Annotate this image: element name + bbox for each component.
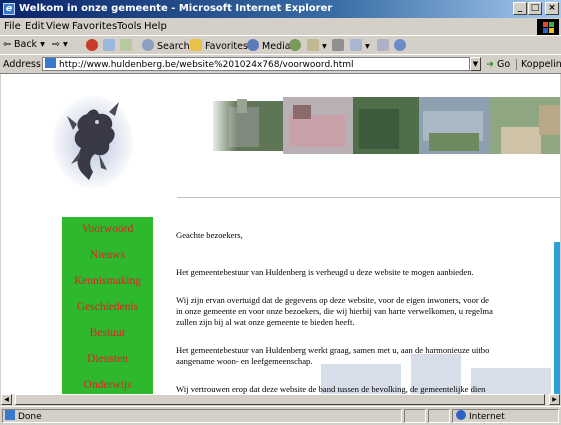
close-button[interactable]: × xyxy=(545,2,559,15)
go-arrow-icon: ➜ xyxy=(486,59,494,70)
menu-edit[interactable]: Edit xyxy=(25,21,44,32)
greeting: Geachte bezoekers, xyxy=(176,230,243,240)
scroll-left-button[interactable]: ◀ xyxy=(1,394,12,405)
go-button[interactable]: ➜ Go xyxy=(486,59,510,70)
paragraph-line: zullen zijn bij al wat onze gemeente te … xyxy=(176,317,355,327)
stop-button[interactable] xyxy=(86,39,98,52)
home-button[interactable] xyxy=(120,39,132,52)
done-page-icon xyxy=(5,410,15,420)
search-label: Search xyxy=(157,41,190,52)
status-bar: Done Internet xyxy=(0,406,561,425)
nav-item-voorwoord[interactable]: Voorwoord xyxy=(62,223,153,235)
chevron-down-icon: ▾ xyxy=(40,39,45,50)
paragraph-line: Het gemeentebestuur van Huldenberg werkt… xyxy=(176,345,490,355)
welcome-text: Geachte bezoekers, Het gemeentebestuur v… xyxy=(176,230,560,395)
windows-logo-icon xyxy=(537,19,559,35)
favorites-button[interactable]: Favorites xyxy=(190,39,248,52)
stop-icon xyxy=(86,39,98,51)
horizontal-scrollbar[interactable]: ◀ ▶ xyxy=(1,394,560,405)
divider-line xyxy=(177,197,560,199)
status-text-panel: Done xyxy=(2,409,402,423)
address-input[interactable]: http://www.huldenberg.be/website%201024x… xyxy=(42,57,470,71)
back-button[interactable]: ⇦ Back ▾ xyxy=(3,39,45,50)
paragraph-line: in onze gemeente en voor onze bezoekers,… xyxy=(176,306,493,316)
browser-window: e Welkom in onze gemeente - Microsoft In… xyxy=(0,0,561,424)
security-zone-panel: Internet xyxy=(452,409,559,423)
menu-tools[interactable]: Tools xyxy=(117,21,142,32)
discuss-icon xyxy=(377,39,389,51)
edit-icon xyxy=(350,39,362,51)
nav-item-bestuur[interactable]: Bestuur xyxy=(62,327,153,339)
media-button[interactable]: Media xyxy=(247,39,291,52)
address-dropdown-button[interactable]: ▼ xyxy=(470,57,481,71)
mail-icon xyxy=(307,39,319,51)
chevron-down-icon: ▾ xyxy=(322,41,327,52)
menu-favorites[interactable]: Favorites xyxy=(72,21,117,32)
status-text: Done xyxy=(18,412,42,422)
paragraph-line: aangename woon- en leefgemeenschap. xyxy=(176,356,313,366)
go-label: Go xyxy=(497,59,511,70)
minimize-button[interactable]: _ xyxy=(513,2,527,15)
paragraph-line: Het gemeentebestuur van Huldenberg is ve… xyxy=(176,267,474,277)
back-arrow-icon: ⇦ xyxy=(3,39,11,50)
print-button[interactable] xyxy=(332,39,344,52)
search-icon xyxy=(142,39,154,51)
nav-item-kennismaking[interactable]: Kennismaking xyxy=(62,275,153,287)
page-content: Voorwoord Nieuws Kennismaking Geschieden… xyxy=(1,73,560,405)
menu-bar: File Edit View Favorites Tools Help xyxy=(0,19,561,35)
banner-photo-collage xyxy=(209,97,560,154)
messenger-button[interactable] xyxy=(394,39,406,52)
nav-item-nieuws[interactable]: Nieuws xyxy=(62,249,153,261)
globe-icon xyxy=(456,410,466,420)
messenger-icon xyxy=(394,39,406,51)
back-label: Back xyxy=(14,39,38,50)
forward-arrow-icon: ⇨ xyxy=(52,39,60,50)
search-button[interactable]: Search xyxy=(142,39,190,52)
zone-label: Internet xyxy=(469,412,505,422)
ie-app-icon: e xyxy=(3,3,15,15)
scroll-thumb[interactable] xyxy=(15,394,545,405)
status-panel xyxy=(428,409,450,423)
discuss-button[interactable] xyxy=(377,39,389,52)
menu-file[interactable]: File xyxy=(4,21,21,32)
nav-item-onderwijs[interactable]: Onderwijs xyxy=(62,379,153,391)
title-bar: e Welkom in onze gemeente - Microsoft In… xyxy=(0,0,561,18)
print-icon xyxy=(332,39,344,51)
standard-toolbar: ⇦ Back ▾ ⇨ ▾ Search Favorites Media ▾ ▾ xyxy=(0,35,561,55)
favorites-label: Favorites xyxy=(205,41,248,52)
address-label: Address xyxy=(3,59,41,70)
links-button[interactable]: Koppelingen xyxy=(516,59,561,70)
address-bar: Address http://www.huldenberg.be/website… xyxy=(0,54,561,74)
lion-crest-logo xyxy=(53,96,133,188)
chevron-down-icon: ▾ xyxy=(63,39,68,50)
media-icon xyxy=(247,39,259,51)
mail-button[interactable]: ▾ xyxy=(307,39,327,52)
window-title: Welkom in onze gemeente - Microsoft Inte… xyxy=(19,3,333,14)
side-navigation: Voorwoord Nieuws Kennismaking Geschieden… xyxy=(62,217,153,405)
home-icon xyxy=(120,39,132,51)
menu-help[interactable]: Help xyxy=(144,21,167,32)
menu-view[interactable]: View xyxy=(46,21,70,32)
chevron-down-icon: ▾ xyxy=(365,41,370,52)
nav-item-diensten[interactable]: Diensten xyxy=(62,353,153,365)
media-label: Media xyxy=(262,41,291,52)
scroll-right-button[interactable]: ▶ xyxy=(549,394,560,405)
page-icon xyxy=(45,58,56,68)
refresh-icon xyxy=(103,39,115,51)
address-url: http://www.huldenberg.be/website%201024x… xyxy=(59,60,354,70)
history-icon xyxy=(289,39,301,51)
history-button[interactable] xyxy=(289,39,301,52)
forward-button[interactable]: ⇨ ▾ xyxy=(52,39,68,50)
paragraph-line: Wij zijn ervan overtuigd dat de gegevens… xyxy=(176,295,489,305)
favorites-icon xyxy=(190,39,202,51)
edit-button[interactable]: ▾ xyxy=(350,39,370,52)
status-panel xyxy=(404,409,426,423)
refresh-button[interactable] xyxy=(103,39,115,52)
maximize-button[interactable]: □ xyxy=(528,2,542,15)
nav-item-geschiedenis[interactable]: Geschiedenis xyxy=(62,301,153,313)
